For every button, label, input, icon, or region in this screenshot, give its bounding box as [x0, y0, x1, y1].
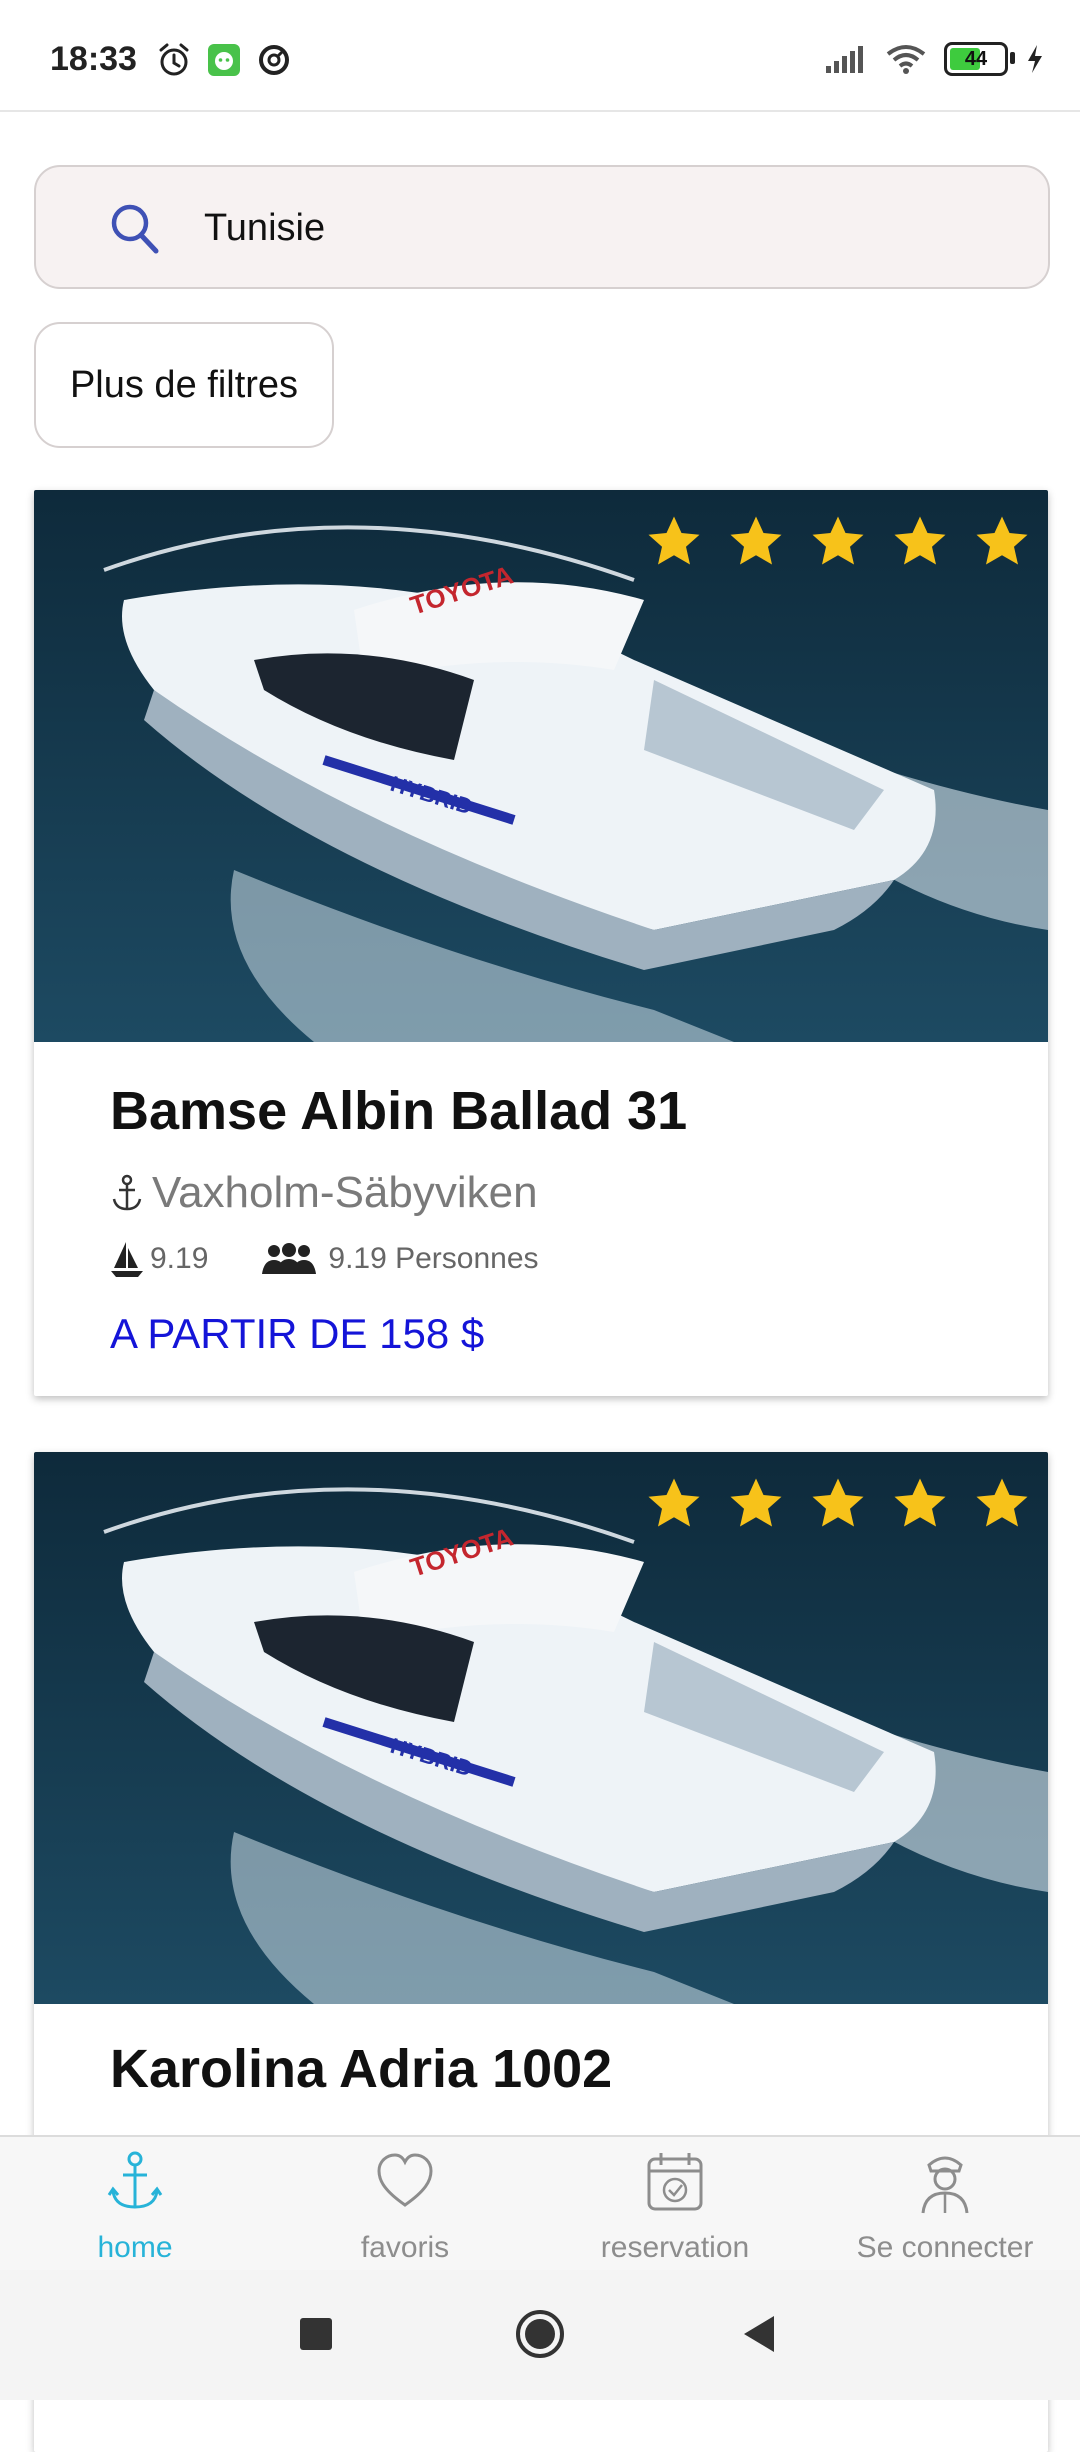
anchor-icon — [112, 1174, 142, 1211]
sailboat-icon — [111, 1242, 143, 1277]
star-icon — [894, 516, 946, 565]
captain-icon — [921, 2156, 969, 2214]
boat-photo: HYBRID TOYOTA — [34, 490, 1048, 1042]
people-icon — [262, 1243, 317, 1274]
status-time: 18:33 — [50, 40, 137, 78]
heart-icon — [377, 2153, 433, 2207]
nav-favorites[interactable]: favoris — [270, 2137, 540, 2272]
search-icon[interactable] — [106, 201, 162, 257]
star-icon — [648, 1478, 700, 1527]
listing-capacity: 9.19 Personnes — [328, 1242, 539, 1275]
rating-stars — [644, 512, 1032, 572]
nav-home[interactable]: home — [0, 2137, 270, 2272]
search-input[interactable] — [202, 197, 986, 259]
listing-card[interactable]: HYBRID TOYOTA Bamse Albin Ballad 31 Vaxh… — [34, 490, 1048, 1396]
status-right-icons: 44 — [824, 42, 1044, 76]
nav-home-label: home — [97, 2231, 173, 2264]
system-navigation-bar — [0, 2270, 1080, 2400]
status-bar: 18:33 44 — [0, 0, 1080, 112]
nav-reservation-label: reservation — [600, 2231, 750, 2264]
rating-stars — [644, 1474, 1032, 1534]
star-icon — [812, 1478, 864, 1527]
star-icon — [976, 1478, 1028, 1527]
home-button-icon[interactable] — [514, 2308, 566, 2360]
recents-icon[interactable] — [298, 2316, 334, 2352]
calendar-check-icon — [647, 2153, 703, 2211]
wifi-icon — [886, 45, 926, 74]
nav-reservation[interactable]: reservation — [540, 2137, 810, 2272]
search-bar[interactable] — [34, 165, 1050, 289]
listing-location: Vaxholm-Säbyviken — [110, 1168, 538, 1218]
battery-indicator: 44 — [944, 42, 1015, 76]
star-icon — [730, 1478, 782, 1527]
listing-title: Karolina Adria 1002 — [110, 2039, 613, 2099]
bottom-navigation: home favoris reservation Se connecter — [0, 2135, 1080, 2272]
listing-title: Bamse Albin Ballad 31 — [110, 1081, 688, 1141]
back-icon[interactable] — [740, 2314, 778, 2354]
star-icon — [730, 516, 782, 565]
anchor-icon — [107, 2151, 163, 2209]
listing-price: A PARTIR DE 158 $ — [110, 1310, 485, 1357]
star-icon — [976, 516, 1028, 565]
listing-location-text: Vaxholm-Säbyviken — [152, 1168, 538, 1217]
star-icon — [648, 516, 700, 565]
alarm-icon — [159, 43, 189, 76]
status-left-icons — [156, 42, 292, 78]
charging-icon — [1028, 45, 1042, 73]
nav-favorites-label: favoris — [360, 2231, 450, 2264]
more-filters-label: Plus de filtres — [69, 363, 299, 406]
sync-icon — [259, 45, 289, 75]
signal-icon — [826, 46, 863, 73]
star-icon — [812, 516, 864, 565]
app-notification-icon — [208, 44, 240, 76]
battery-level: 44 — [964, 47, 988, 70]
star-icon — [894, 1478, 946, 1527]
listing-specs: 9.19 9.19 Personnes — [110, 1240, 539, 1278]
more-filters-button[interactable]: Plus de filtres — [34, 322, 334, 448]
nav-login-label: Se connecter — [856, 2231, 1034, 2264]
listing-length: 9.19 — [150, 1242, 209, 1275]
boat-photo: HYBRID TOYOTA — [34, 1452, 1048, 2004]
nav-login[interactable]: Se connecter — [810, 2137, 1080, 2272]
